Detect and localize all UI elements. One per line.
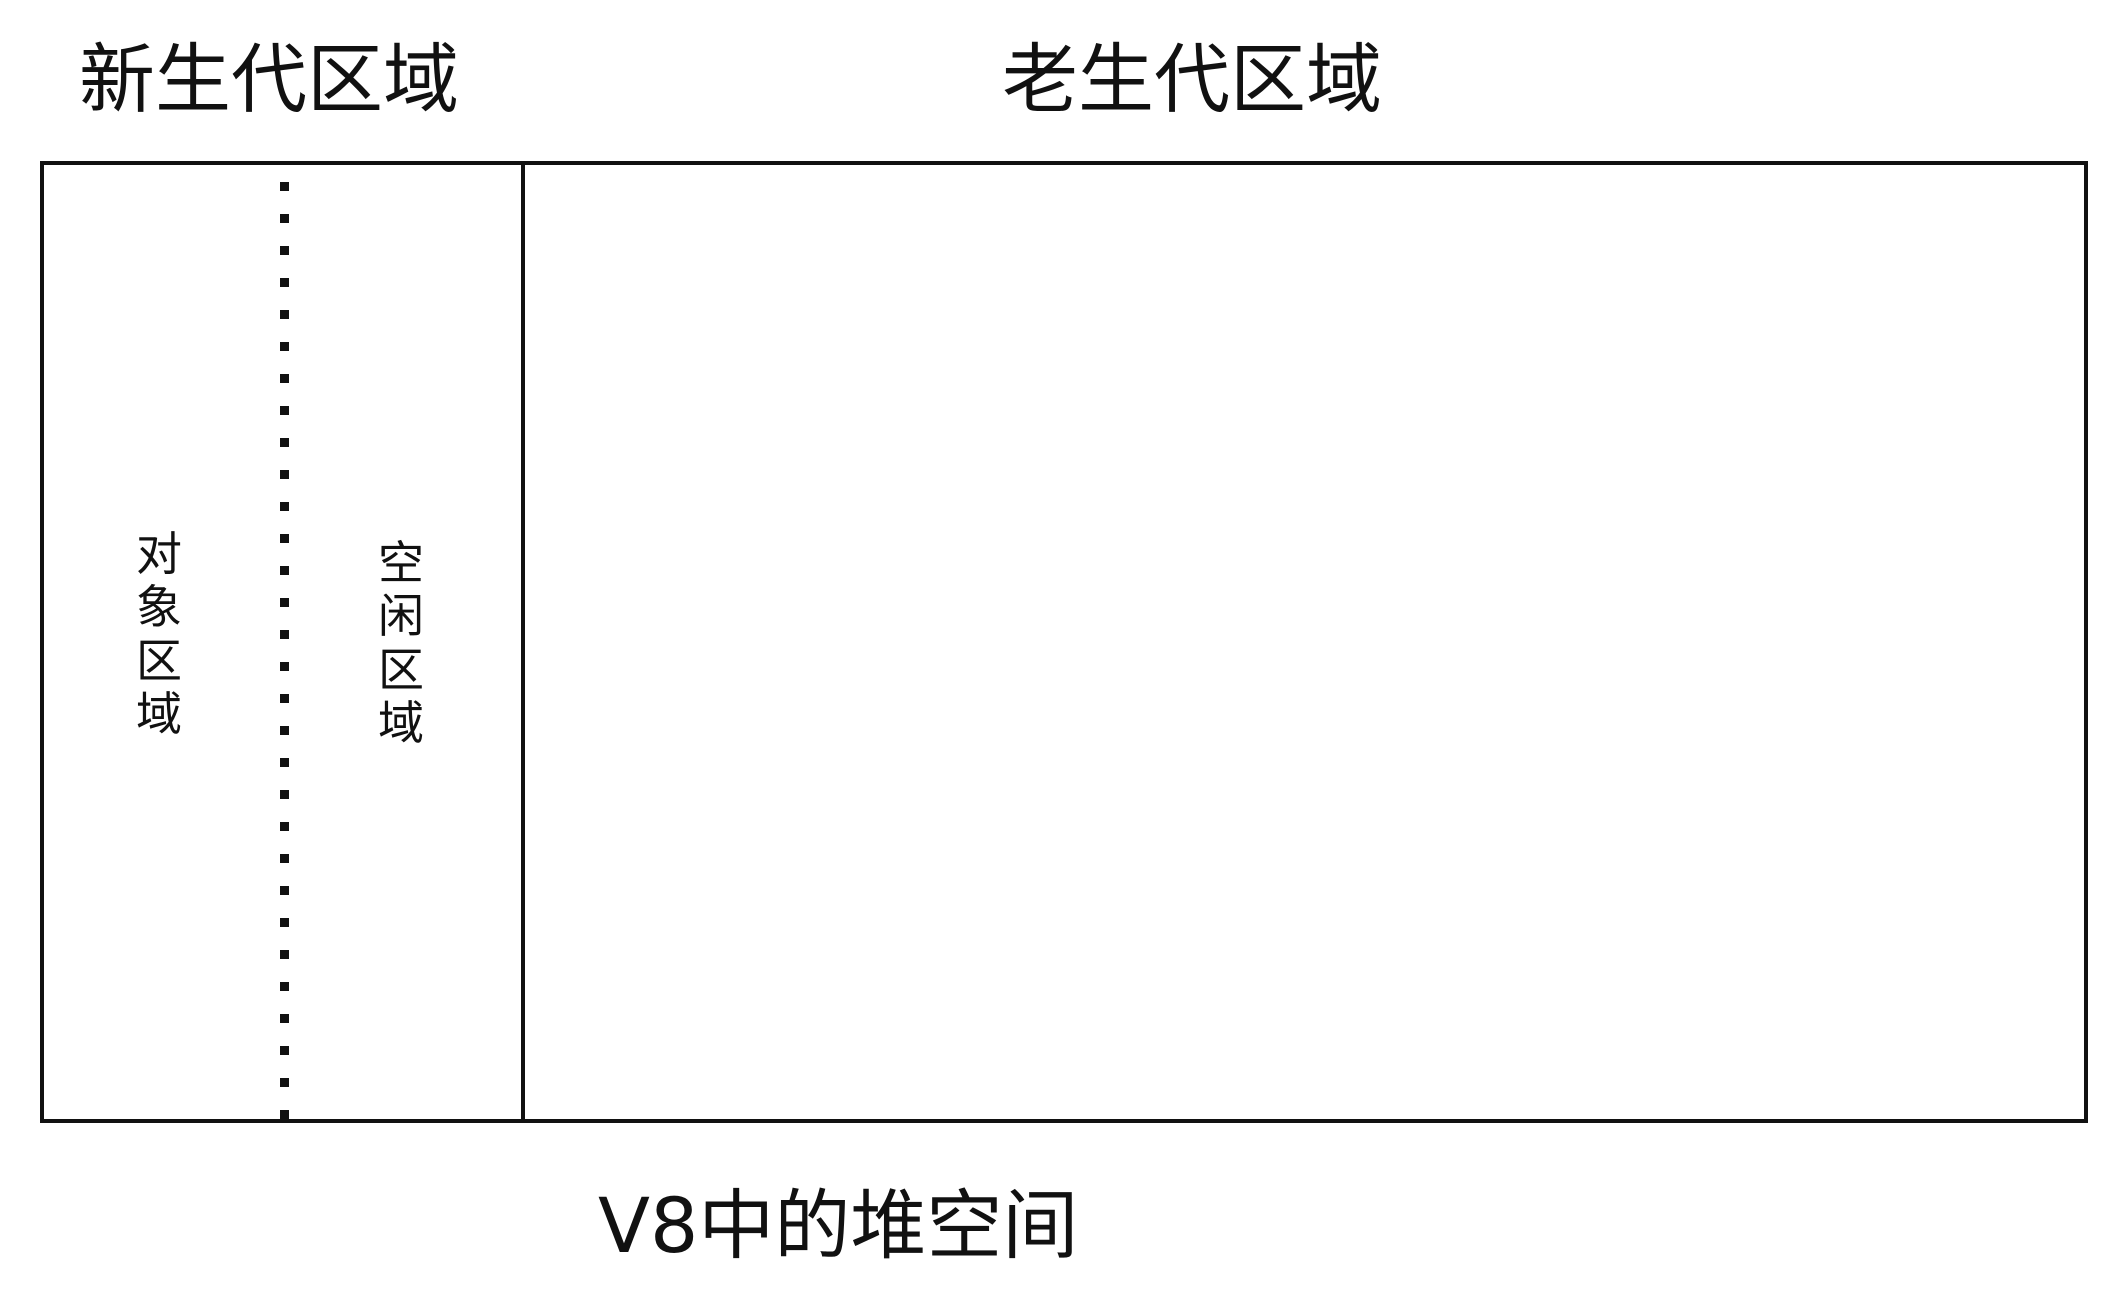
- heap-space-box: [40, 161, 2088, 1123]
- object-space-label: 对象区域: [136, 527, 182, 742]
- semispace-dotted-divider: [280, 182, 289, 1122]
- young-generation-label: 新生代区域: [79, 35, 459, 124]
- free-space-label: 空闲区域: [378, 536, 424, 751]
- old-generation-label: 老生代区域: [1002, 35, 1382, 124]
- young-old-divider: [521, 161, 525, 1123]
- diagram-caption: V8中的堆空间: [598, 1181, 1079, 1270]
